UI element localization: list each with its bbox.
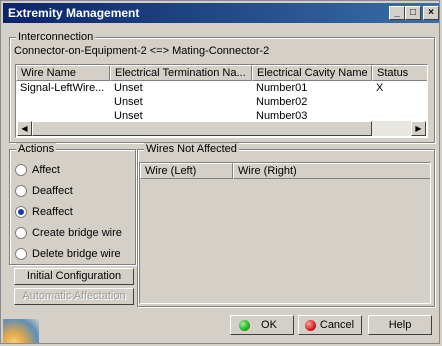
ok-label: OK bbox=[261, 319, 277, 331]
radio-label: Deaffect bbox=[32, 185, 73, 197]
radio-label: Create bridge wire bbox=[32, 227, 122, 239]
column-header-wire-name[interactable]: Wire Name bbox=[16, 65, 110, 81]
minimize-button[interactable]: _ bbox=[389, 6, 405, 20]
radio-button-icon[interactable] bbox=[15, 227, 27, 239]
horizontal-scrollbar[interactable]: ◀ ▶ bbox=[17, 121, 426, 136]
connector-pair-text: Connector-on-Equipment-2 <=> Mating-Conn… bbox=[14, 45, 270, 57]
column-header-status[interactable]: Status bbox=[372, 65, 427, 81]
column-header-wire-left[interactable]: Wire (Left) bbox=[140, 163, 233, 179]
termination-cell: Unset bbox=[114, 82, 143, 94]
wires-not-affected-table[interactable]: Wire (Left) Wire (Right) bbox=[139, 162, 431, 304]
actions-group: Actions Affect Deaffect Reaffect Create … bbox=[9, 143, 136, 265]
radio-label: Reaffect bbox=[32, 206, 73, 218]
wire-name-cell bbox=[20, 95, 110, 109]
wires-not-affected-label: Wires Not Affected bbox=[144, 143, 239, 155]
scrollbar-thumb[interactable] bbox=[32, 121, 372, 136]
close-button[interactable]: × bbox=[423, 6, 439, 20]
cavity-cell: Number01 bbox=[256, 82, 308, 94]
status-cell: X bbox=[376, 82, 384, 94]
automatic-affectation-button[interactable]: Automatic Affectation bbox=[14, 288, 134, 305]
radio-button-icon[interactable] bbox=[15, 248, 27, 260]
interconnection-table[interactable]: Wire Name Electrical Termination Na... E… bbox=[15, 64, 428, 138]
column-header-cavity[interactable]: Electrical Cavity Name bbox=[252, 65, 372, 81]
wires-not-affected-group: Wires Not Affected Wire (Left) Wire (Rig… bbox=[137, 143, 435, 307]
interconnection-group: Interconnection Connector-on-Equipment-2… bbox=[9, 31, 435, 143]
maximize-button[interactable]: □ bbox=[405, 6, 421, 20]
termination-cell: Unset bbox=[114, 96, 143, 108]
title-bar[interactable]: Extremity Management _ □ × bbox=[3, 3, 439, 23]
initial-configuration-button[interactable]: Initial Configuration bbox=[14, 268, 134, 285]
radio-button-selected-icon[interactable] bbox=[15, 206, 27, 218]
cancel-button[interactable]: Cancel bbox=[298, 315, 362, 335]
help-button[interactable]: Help bbox=[368, 315, 432, 335]
scroll-left-arrow-icon[interactable]: ◀ bbox=[17, 121, 32, 136]
radio-button-icon[interactable] bbox=[15, 164, 27, 176]
column-header-wire-right[interactable]: Wire (Right) bbox=[233, 163, 430, 179]
radio-label: Delete bridge wire bbox=[32, 248, 121, 260]
wire-name-cell: Signal-LeftWire... bbox=[20, 82, 105, 94]
interconnection-label: Interconnection bbox=[16, 31, 96, 43]
extremity-management-window: Extremity Management _ □ × Interconnecti… bbox=[0, 0, 440, 344]
ok-button[interactable]: OK bbox=[230, 315, 294, 335]
cancel-icon bbox=[305, 320, 316, 331]
ok-icon bbox=[239, 320, 250, 331]
scroll-right-arrow-icon[interactable]: ▶ bbox=[411, 121, 426, 136]
cavity-cell: Number02 bbox=[256, 96, 308, 108]
radio-button-icon[interactable] bbox=[15, 185, 27, 197]
actions-label: Actions bbox=[16, 143, 57, 155]
footer-decoration bbox=[3, 319, 39, 343]
radio-label: Affect bbox=[32, 164, 60, 176]
column-header-termination[interactable]: Electrical Termination Na... bbox=[110, 65, 252, 81]
window-title: Extremity Management bbox=[8, 6, 140, 20]
